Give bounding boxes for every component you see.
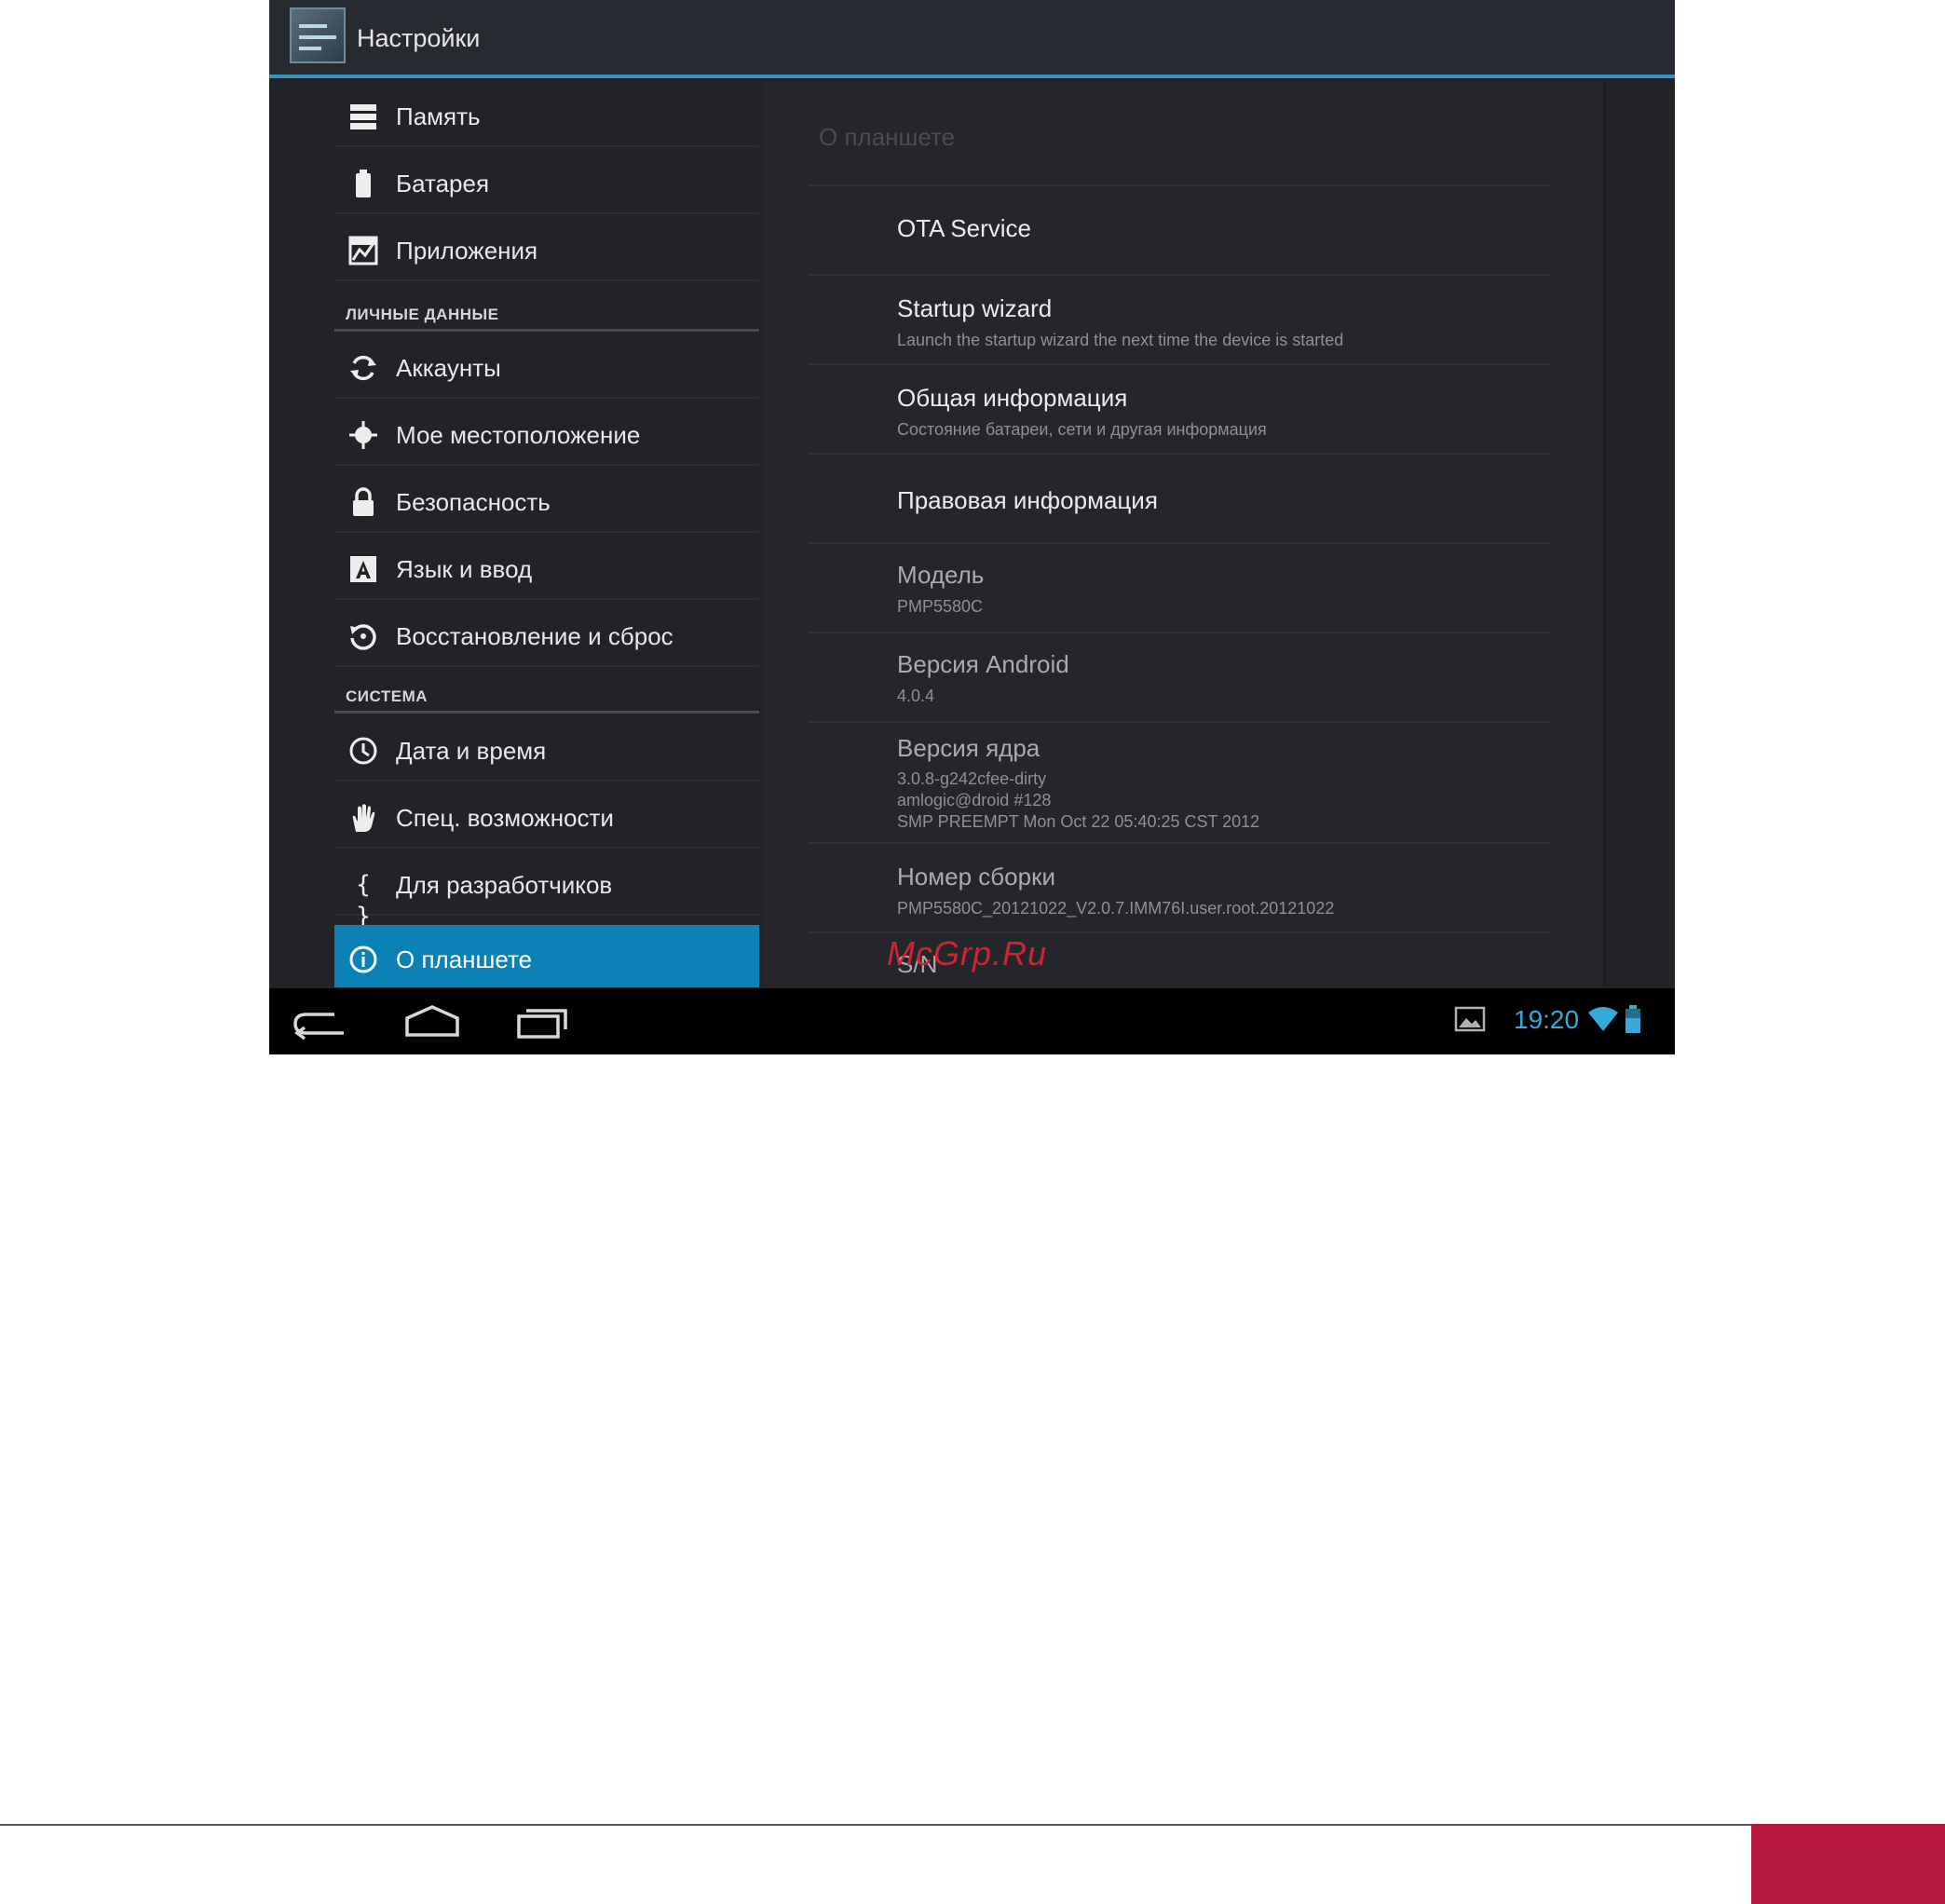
pref-title: Startup wizard [897, 294, 1053, 322]
pref-summary: 3.0.8-g242cfee-dirty amlogic@droid #128 … [897, 769, 1260, 831]
tablet-screen: Настройки Память Батарея Приложения ЛИЧН… [269, 0, 1675, 1054]
menu-item-label: Память [396, 102, 481, 130]
pref-summary: PMP5580C [897, 597, 984, 616]
pref-summary: Состояние батареи, сети и другая информа… [897, 420, 1267, 439]
menu-item-label: Мое местоположение [396, 421, 641, 449]
location-icon [347, 419, 379, 451]
pref-title: Версия Android [897, 650, 1069, 678]
clock-icon [347, 735, 379, 767]
sync-icon [347, 352, 379, 384]
menu-item-label: Батарея [396, 170, 490, 197]
lock-icon [347, 486, 379, 518]
hand-icon [347, 802, 379, 834]
menu-item-label: Приложения [396, 237, 538, 265]
menu-item-accessibility[interactable]: Спец. возможности [334, 783, 759, 849]
menu-item-label: Спец. возможности [396, 804, 614, 832]
menu-item-label: Аккаунты [396, 354, 501, 382]
divider [808, 542, 1551, 544]
settings-menu: Память Батарея Приложения ЛИЧНЫЕ ДАННЫЕ … [334, 82, 759, 987]
menu-item-battery[interactable]: Батарея [334, 149, 759, 214]
pref-general-info[interactable]: Общая информация Состояние батареи, сети… [897, 384, 1568, 441]
screenshot-notification-icon[interactable] [1454, 1003, 1486, 1040]
battery-icon [347, 168, 379, 199]
page-footer-block [1751, 1824, 1945, 1904]
divider [808, 721, 1551, 723]
menu-item-date-time[interactable]: Дата и время [334, 716, 759, 782]
section-header-personal: ЛИЧНЫЕ ДАННЫЕ [334, 304, 759, 332]
menu-item-accounts[interactable]: Аккаунты [334, 333, 759, 399]
menu-item-developer[interactable]: { } Для разработчиков [334, 850, 759, 931]
divider [808, 932, 1551, 933]
recent-apps-icon [517, 1009, 567, 1039]
pref-title: Правовая информация [897, 486, 1158, 514]
menu-item-label: Безопасность [396, 488, 551, 516]
info-icon [347, 944, 379, 975]
pref-android-version[interactable]: Версия Android 4.0.4 [897, 650, 1568, 707]
battery-status-icon [1622, 1003, 1644, 1040]
pref-summary: PMP5580C_20121022_V2.0.7.IMM76I.user.roo… [897, 899, 1335, 918]
pref-build-number[interactable]: Номер сборки PMP5580C_20121022_V2.0.7.IM… [897, 863, 1568, 919]
divider [808, 453, 1551, 455]
menu-item-label: Язык и ввод [396, 555, 533, 583]
menu-item-label: О планшете [396, 945, 533, 973]
pref-summary: 4.0.4 [897, 687, 935, 705]
divider [808, 842, 1551, 844]
pref-title: Версия ядра [897, 734, 1041, 762]
menu-item-about-tablet[interactable]: О планшете [334, 925, 759, 987]
braces-icon: { } [356, 871, 371, 931]
menu-item-language[interactable]: Язык и ввод [334, 535, 759, 600]
menu-item-storage[interactable]: Память [334, 82, 759, 147]
menu-item-backup-reset[interactable]: Восстановление и сброс [334, 602, 759, 667]
pref-title: OTA Service [897, 214, 1032, 242]
pref-ota-service[interactable]: OTA Service [897, 214, 1568, 243]
about-tablet-panel: О планшете OTA Service Startup wizard La… [763, 82, 1606, 987]
menu-item-location[interactable]: Мое местоположение [334, 401, 759, 466]
recent-apps-button[interactable] [510, 1001, 575, 1042]
storage-icon [347, 101, 379, 132]
home-button[interactable] [400, 1001, 465, 1042]
panel-title: О планшете [819, 123, 956, 151]
restore-icon [347, 620, 379, 652]
divider [808, 274, 1551, 276]
section-header-system: СИСТЕМА [334, 686, 759, 714]
menu-item-label: Для разработчиков [396, 871, 613, 899]
menu-item-label: Дата и время [396, 737, 547, 765]
pref-title: Модель [897, 561, 985, 589]
pref-kernel-version: Версия ядра 3.0.8-g242cfee-dirty amlogic… [897, 734, 1568, 833]
language-icon [347, 553, 379, 585]
pref-summary: Launch the startup wizard the next time … [897, 331, 1344, 349]
action-bar: Настройки [269, 0, 1675, 78]
settings-app-icon[interactable] [290, 7, 346, 63]
pref-model: Модель PMP5580C [897, 561, 1568, 618]
divider [808, 184, 1551, 186]
menu-item-security[interactable]: Безопасность [334, 468, 759, 533]
back-button[interactable] [288, 1001, 353, 1042]
pref-startup-wizard[interactable]: Startup wizard Launch the startup wizard… [897, 294, 1568, 351]
app-title: Настройки [357, 24, 481, 52]
page-footer-line [0, 1824, 1751, 1826]
menu-item-apps[interactable]: Приложения [334, 216, 759, 281]
wifi-icon [1586, 1003, 1620, 1040]
home-icon [405, 1005, 459, 1037]
divider [808, 632, 1551, 633]
back-icon [293, 1013, 344, 1040]
status-clock: 19:20 [1514, 1005, 1580, 1034]
apps-icon [347, 235, 379, 266]
pref-title: Общая информация [897, 384, 1128, 412]
menu-item-label: Восстановление и сброс [396, 622, 673, 650]
system-navigation-bar: 19:20 [269, 988, 1675, 1054]
divider [808, 363, 1551, 365]
pref-title: Номер сборки [897, 863, 1055, 891]
watermark: McGrp.Ru [887, 934, 1048, 972]
pref-legal-info[interactable]: Правовая информация [897, 486, 1568, 515]
